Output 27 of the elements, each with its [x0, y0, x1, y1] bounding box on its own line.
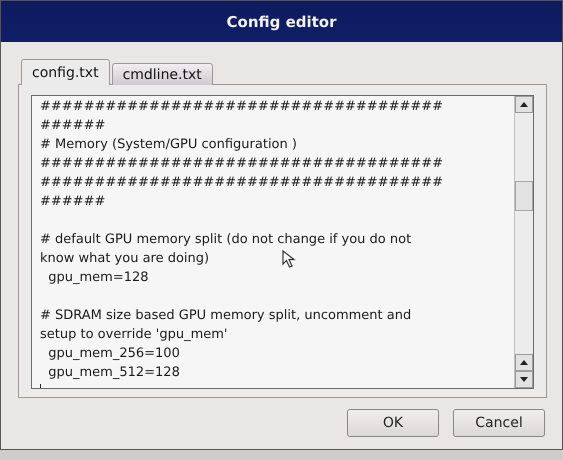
code-line: setup to override 'gpu_mem'	[40, 326, 228, 344]
code-line: #####################################	[40, 155, 444, 173]
down-arrow-icon	[520, 377, 528, 382]
pointer-cursor-icon	[282, 250, 298, 268]
file-tab[interactable]: cmdline.txt	[112, 63, 213, 85]
scroll-up-button[interactable]	[515, 354, 533, 371]
dialog-button[interactable]: Cancel	[453, 409, 545, 437]
code-line: #####################################	[40, 174, 444, 192]
code-line: gpu_mem_256=100	[47, 345, 180, 363]
code-line: gpu_mem_512=128	[47, 364, 180, 382]
code-line: # Memory (System/GPU configuration )	[40, 136, 297, 154]
window-title: Config editor	[226, 12, 336, 30]
dialog-button[interactable]: OK	[347, 409, 439, 437]
scroll-down-button[interactable]	[515, 371, 533, 388]
scroll-thumb[interactable]	[515, 181, 533, 211]
code-line: ######	[40, 193, 106, 211]
code-line: #####################################	[40, 98, 444, 116]
up-arrow-icon	[520, 360, 528, 365]
code-line: # default GPU memory split (do not change if you do not	[40, 231, 412, 249]
code-line: gpu_mem=128	[47, 269, 149, 287]
code-line: # SDRAM size based GPU memory split, uncomment and	[40, 307, 412, 325]
up-arrow-icon	[520, 102, 528, 107]
vertical-scrollbar[interactable]	[514, 96, 533, 388]
scroll-up-button[interactable]	[515, 96, 533, 113]
code-line: know what you are doing)	[40, 250, 210, 268]
file-tab[interactable]: config.txt	[21, 59, 110, 85]
code-line: ######	[40, 117, 106, 135]
